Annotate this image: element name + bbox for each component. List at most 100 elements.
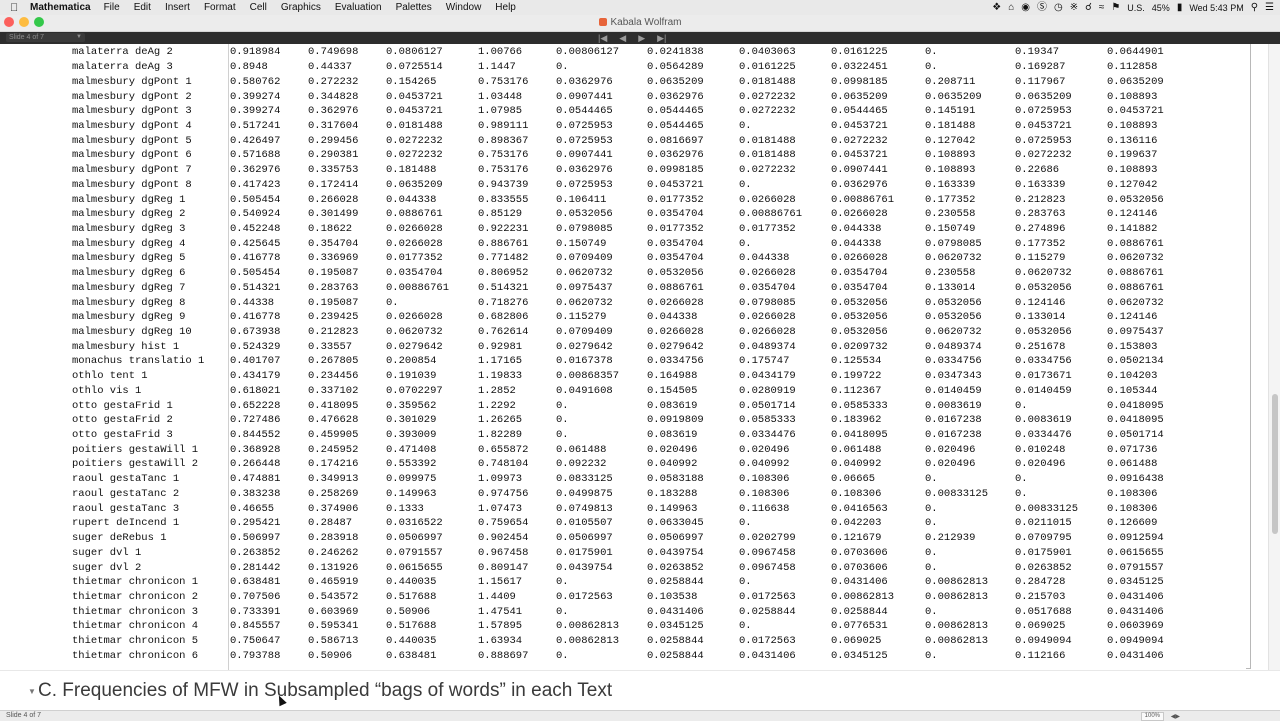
frequency-cell: 0.0532056 xyxy=(1015,281,1072,294)
skype-icon[interactable]: Ⓢ xyxy=(1037,0,1047,15)
timer-icon[interactable]: ◷ xyxy=(1054,0,1063,15)
wifi-icon[interactable]: ≈ xyxy=(1099,0,1105,15)
collapse-triangle-icon[interactable]: ▼ xyxy=(28,687,36,696)
frequency-cell: 0.0798085 xyxy=(556,222,613,235)
table-row: suger dvl 2 0.281442 0.131926 0.0615655 0.80… xyxy=(0,560,1187,575)
flag-icon[interactable]: ⚑ xyxy=(1111,0,1120,15)
menu-edit[interactable]: Edit xyxy=(134,2,151,13)
spotlight-icon[interactable]: ⚲ xyxy=(1251,0,1258,15)
frequency-cell: 0.762614 xyxy=(478,326,529,339)
frequency-cell: 0.230558 xyxy=(925,208,976,221)
frequency-cell: 0.169287 xyxy=(1015,61,1066,74)
frequency-cell: 0.0177352 xyxy=(647,222,704,235)
frequency-cell: 0.580762 xyxy=(230,75,281,88)
section-heading[interactable]: C. Frequencies of MFW in Subsampled “bag… xyxy=(38,680,612,702)
frequency-cell: 0.0354704 xyxy=(386,267,443,280)
previous-slide-button[interactable]: ◀ xyxy=(619,32,626,44)
menu-cell[interactable]: Cell xyxy=(250,2,267,13)
frequency-cell: 0.505454 xyxy=(230,193,281,206)
battery-icon[interactable]: ▮ xyxy=(1177,0,1183,15)
frequency-cell: 0.44338 xyxy=(230,296,275,309)
text-label-cell: malaterra deAg 3 xyxy=(72,61,173,74)
text-label-cell: malmesbury dgPont 7 xyxy=(72,164,192,177)
next-slide-button[interactable]: ▶ xyxy=(638,32,645,44)
frequency-cell: 0. xyxy=(556,605,569,618)
slide-selector[interactable]: Slide 4 of 7 ▼ xyxy=(6,33,85,42)
menu-graphics[interactable]: Graphics xyxy=(281,2,321,13)
bluetooth-icon[interactable]: ※ xyxy=(1070,0,1078,15)
notebook-document-icon xyxy=(598,18,607,26)
menu-palettes[interactable]: Palettes xyxy=(396,2,432,13)
frequency-cell: 0.753176 xyxy=(478,149,529,162)
frequency-cell: 0.0083619 xyxy=(1015,414,1072,427)
text-label-cell: malmesbury hist 1 xyxy=(72,340,180,353)
text-label-cell: malaterra deAg 2 xyxy=(72,46,173,59)
frequency-cell: 0.108893 xyxy=(1107,90,1158,103)
frequency-cell: 0.0907441 xyxy=(556,90,613,103)
menu-insert[interactable]: Insert xyxy=(165,2,190,13)
volume-icon[interactable]: ☌ xyxy=(1085,0,1092,15)
frequency-cell: 0.0491608 xyxy=(556,384,613,397)
frequency-cell: 0.0791557 xyxy=(1107,561,1164,574)
home-icon[interactable]: ⌂ xyxy=(1008,0,1014,15)
frequency-cell: 0.618021 xyxy=(230,384,281,397)
frequency-cell: 0. xyxy=(556,429,569,442)
notebook-content[interactable]: malaterra deAg 2 0.918984 0.749698 0.080612… xyxy=(0,44,1268,670)
frequency-cell: 0.417423 xyxy=(230,178,281,191)
battery-percent[interactable]: 45% xyxy=(1152,3,1170,13)
text-label-cell: malmesbury dgReg 3 xyxy=(72,222,186,235)
frequency-cell: 0.0585333 xyxy=(831,399,888,412)
frequency-cell: 0.00862813 xyxy=(556,635,620,648)
frequency-cell: 0.0258844 xyxy=(831,605,888,618)
text-label-cell: malmesbury dgReg 9 xyxy=(72,311,186,324)
text-label-cell: malmesbury dgReg 2 xyxy=(72,208,186,221)
frequency-cell: 0.174216 xyxy=(308,458,359,471)
frequency-cell: 0.337102 xyxy=(308,384,359,397)
frequency-cell: 0.0635209 xyxy=(925,90,982,103)
frequency-cell: 0.517688 xyxy=(386,590,437,603)
frequency-cell: 0.44337 xyxy=(308,61,353,74)
apple-icon[interactable]:  xyxy=(10,2,22,14)
frequency-cell: 0.0620732 xyxy=(556,267,613,280)
table-row: raoul gestaTanc 3 0.46655 0.374906 0.1333 1.… xyxy=(0,501,1187,516)
frequency-cell: 0.22686 xyxy=(1015,164,1060,177)
clock[interactable]: Wed 5:43 PM xyxy=(1189,3,1243,13)
frequency-cell: 0.126609 xyxy=(1107,517,1158,530)
menu-app-name[interactable]: Mathematica xyxy=(30,2,91,13)
frequency-cell: 0.108306 xyxy=(739,487,790,500)
menu-window[interactable]: Window xyxy=(446,2,482,13)
table-row: malmesbury dgReg 5 0.416778 0.336969 0.0177… xyxy=(0,251,1187,266)
frequency-cell: 0.0749813 xyxy=(556,502,613,515)
horizontal-scroll-arrows[interactable]: ◀▶ xyxy=(1171,713,1180,720)
text-label-cell: raoul gestaTanc 1 xyxy=(72,473,180,486)
vertical-scrollbar[interactable] xyxy=(1268,44,1280,670)
table-row: poitiers gestaWill 2 0.266448 0.174216 0.55… xyxy=(0,457,1187,472)
menu-evaluation[interactable]: Evaluation xyxy=(335,2,382,13)
last-slide-button[interactable]: ▶| xyxy=(657,32,666,44)
menu-format[interactable]: Format xyxy=(204,2,236,13)
text-label-cell: othlo tent 1 xyxy=(72,370,148,383)
frequency-cell: 1.19833 xyxy=(478,370,523,383)
frequency-cell: 0.85129 xyxy=(478,208,523,221)
frequency-cell: 0.106411 xyxy=(556,193,607,206)
notification-center-icon[interactable]: ☰ xyxy=(1265,0,1274,15)
menu-help[interactable]: Help xyxy=(495,2,516,13)
frequency-cell: 0.809147 xyxy=(478,561,529,574)
table-row: poitiers gestaWill 1 0.368928 0.245952 0.47… xyxy=(0,442,1187,457)
menu-bar:  Mathematica File Edit Insert Format Ce… xyxy=(0,0,1280,16)
frequency-cell: 0.0431406 xyxy=(647,605,704,618)
frequency-cell: 0.040992 xyxy=(831,458,882,471)
scrollbar-thumb[interactable] xyxy=(1272,394,1278,534)
frequency-cell: 0.0502134 xyxy=(1107,355,1164,368)
input-locale[interactable]: U.S. xyxy=(1127,3,1145,13)
table-row: thietmar chronicon 6 0.793788 0.50906 0.638… xyxy=(0,648,1187,663)
cell-bracket[interactable] xyxy=(1246,44,1251,669)
record-icon[interactable]: ◉ xyxy=(1021,0,1030,15)
first-slide-button[interactable]: |◀ xyxy=(598,32,607,44)
frequency-cell: 0.0181488 xyxy=(739,149,796,162)
frequency-cell: 0.00886761 xyxy=(386,281,450,294)
frequency-cell: 0.0603969 xyxy=(1107,620,1164,633)
dropbox-icon[interactable]: ❖ xyxy=(992,0,1001,15)
menu-file[interactable]: File xyxy=(104,2,120,13)
frequency-cell: 0.00886761 xyxy=(831,193,895,206)
